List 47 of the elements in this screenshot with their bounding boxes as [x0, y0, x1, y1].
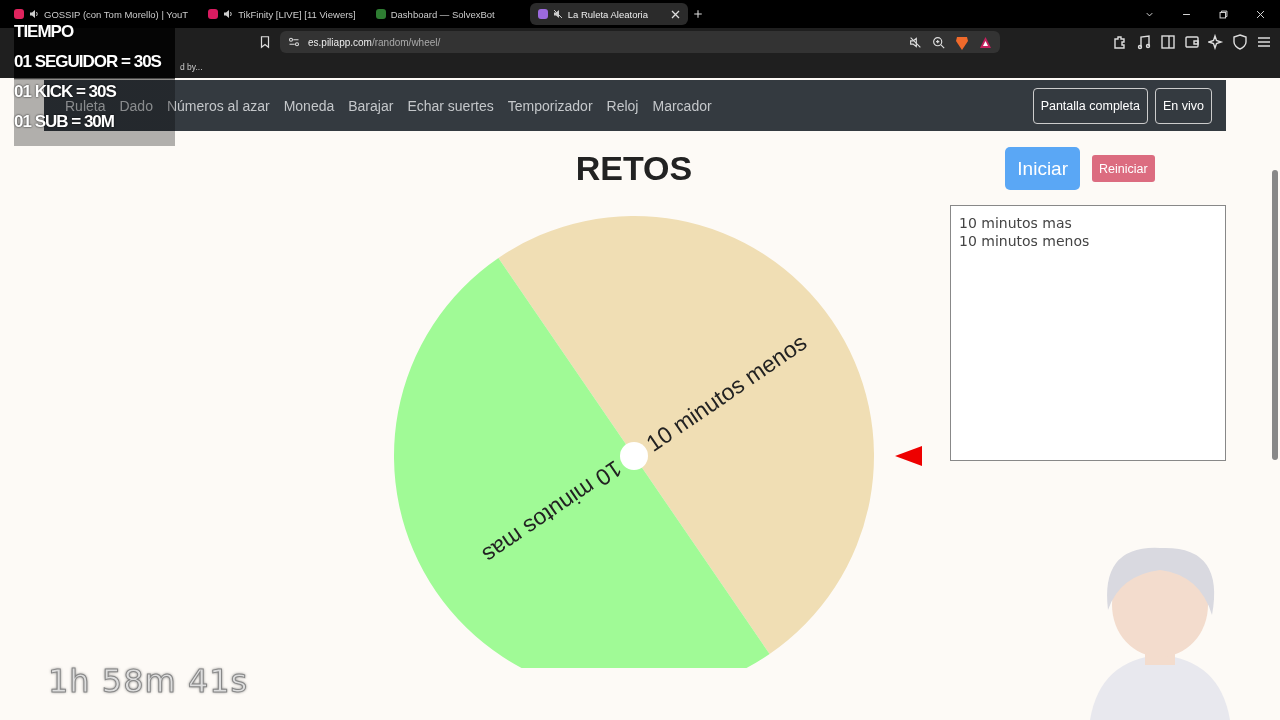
- entries-field[interactable]: 10 minutos mas 10 minutos menos: [950, 205, 1226, 461]
- overlay-text: TIEMPO: [14, 22, 74, 42]
- tab-favicon-icon: [537, 9, 548, 19]
- restore-icon[interactable]: [1218, 8, 1229, 20]
- zoom-icon[interactable]: [932, 35, 945, 49]
- site-settings-icon[interactable]: [288, 36, 300, 48]
- nav-link[interactable]: Moneda: [283, 97, 335, 114]
- nav-link[interactable]: Ruleta: [65, 97, 106, 114]
- browser-tab[interactable]: Dashboard — SolvexBot: [367, 3, 526, 25]
- nav-link[interactable]: Reloj: [606, 97, 639, 114]
- browser-tab[interactable]: La Ruleta Aleatoria: [529, 3, 688, 25]
- wheel-hub: [620, 442, 648, 470]
- sparkle-icon[interactable]: [1208, 34, 1224, 50]
- nav-link[interactable]: Dado: [119, 97, 153, 114]
- muted-speaker-icon[interactable]: [909, 35, 922, 49]
- wheel-title: RETOS: [575, 149, 693, 188]
- sidebar-icon[interactable]: [1160, 34, 1176, 50]
- stream-timer: 1h 58m 41s: [48, 662, 249, 700]
- browser-tab[interactable]: TikFinity [LIVE] [11 Viewers]: [200, 3, 364, 25]
- browser-tab[interactable]: GOSSIP (con Tom Morello) | YouT: [6, 3, 197, 25]
- nav-link[interactable]: Echar suertes: [407, 97, 494, 114]
- nav-link[interactable]: Marcador: [652, 97, 712, 114]
- speaker-icon[interactable]: [29, 9, 39, 19]
- puzzle-icon[interactable]: [1112, 34, 1128, 50]
- url-text[interactable]: es.piliapp.com/random/wheel/: [308, 36, 441, 48]
- speaker-icon[interactable]: [552, 9, 563, 19]
- nav-link[interactable]: Temporizador: [507, 97, 593, 114]
- nav-link[interactable]: Barajar: [348, 97, 394, 114]
- nav-link[interactable]: Números al azar: [166, 97, 270, 114]
- shield-icon[interactable]: [1232, 34, 1248, 50]
- menu-icon[interactable]: [1256, 34, 1272, 50]
- speaker-icon[interactable]: [223, 9, 234, 19]
- tab-favicon-icon: [14, 9, 24, 19]
- nav-button[interactable]: En vivo: [1155, 87, 1212, 124]
- bookmark-icon[interactable]: [258, 35, 272, 49]
- wallet-icon[interactable]: [1184, 34, 1200, 50]
- pointer-icon: [895, 446, 922, 466]
- close-icon[interactable]: [1255, 8, 1266, 20]
- tab-favicon-icon: [375, 9, 386, 19]
- triangle-icon[interactable]: [979, 35, 992, 49]
- new-tab-icon[interactable]: [691, 8, 704, 20]
- close-tab-icon[interactable]: [670, 9, 680, 19]
- overlay-text: 01 SEGUIDOR = 30S: [14, 52, 161, 72]
- bookmark-item[interactable]: d by...: [180, 62, 203, 72]
- tab-favicon-icon: [208, 9, 219, 19]
- music-note-icon[interactable]: [1136, 34, 1152, 50]
- nav-button[interactable]: Pantalla completa: [1032, 87, 1148, 124]
